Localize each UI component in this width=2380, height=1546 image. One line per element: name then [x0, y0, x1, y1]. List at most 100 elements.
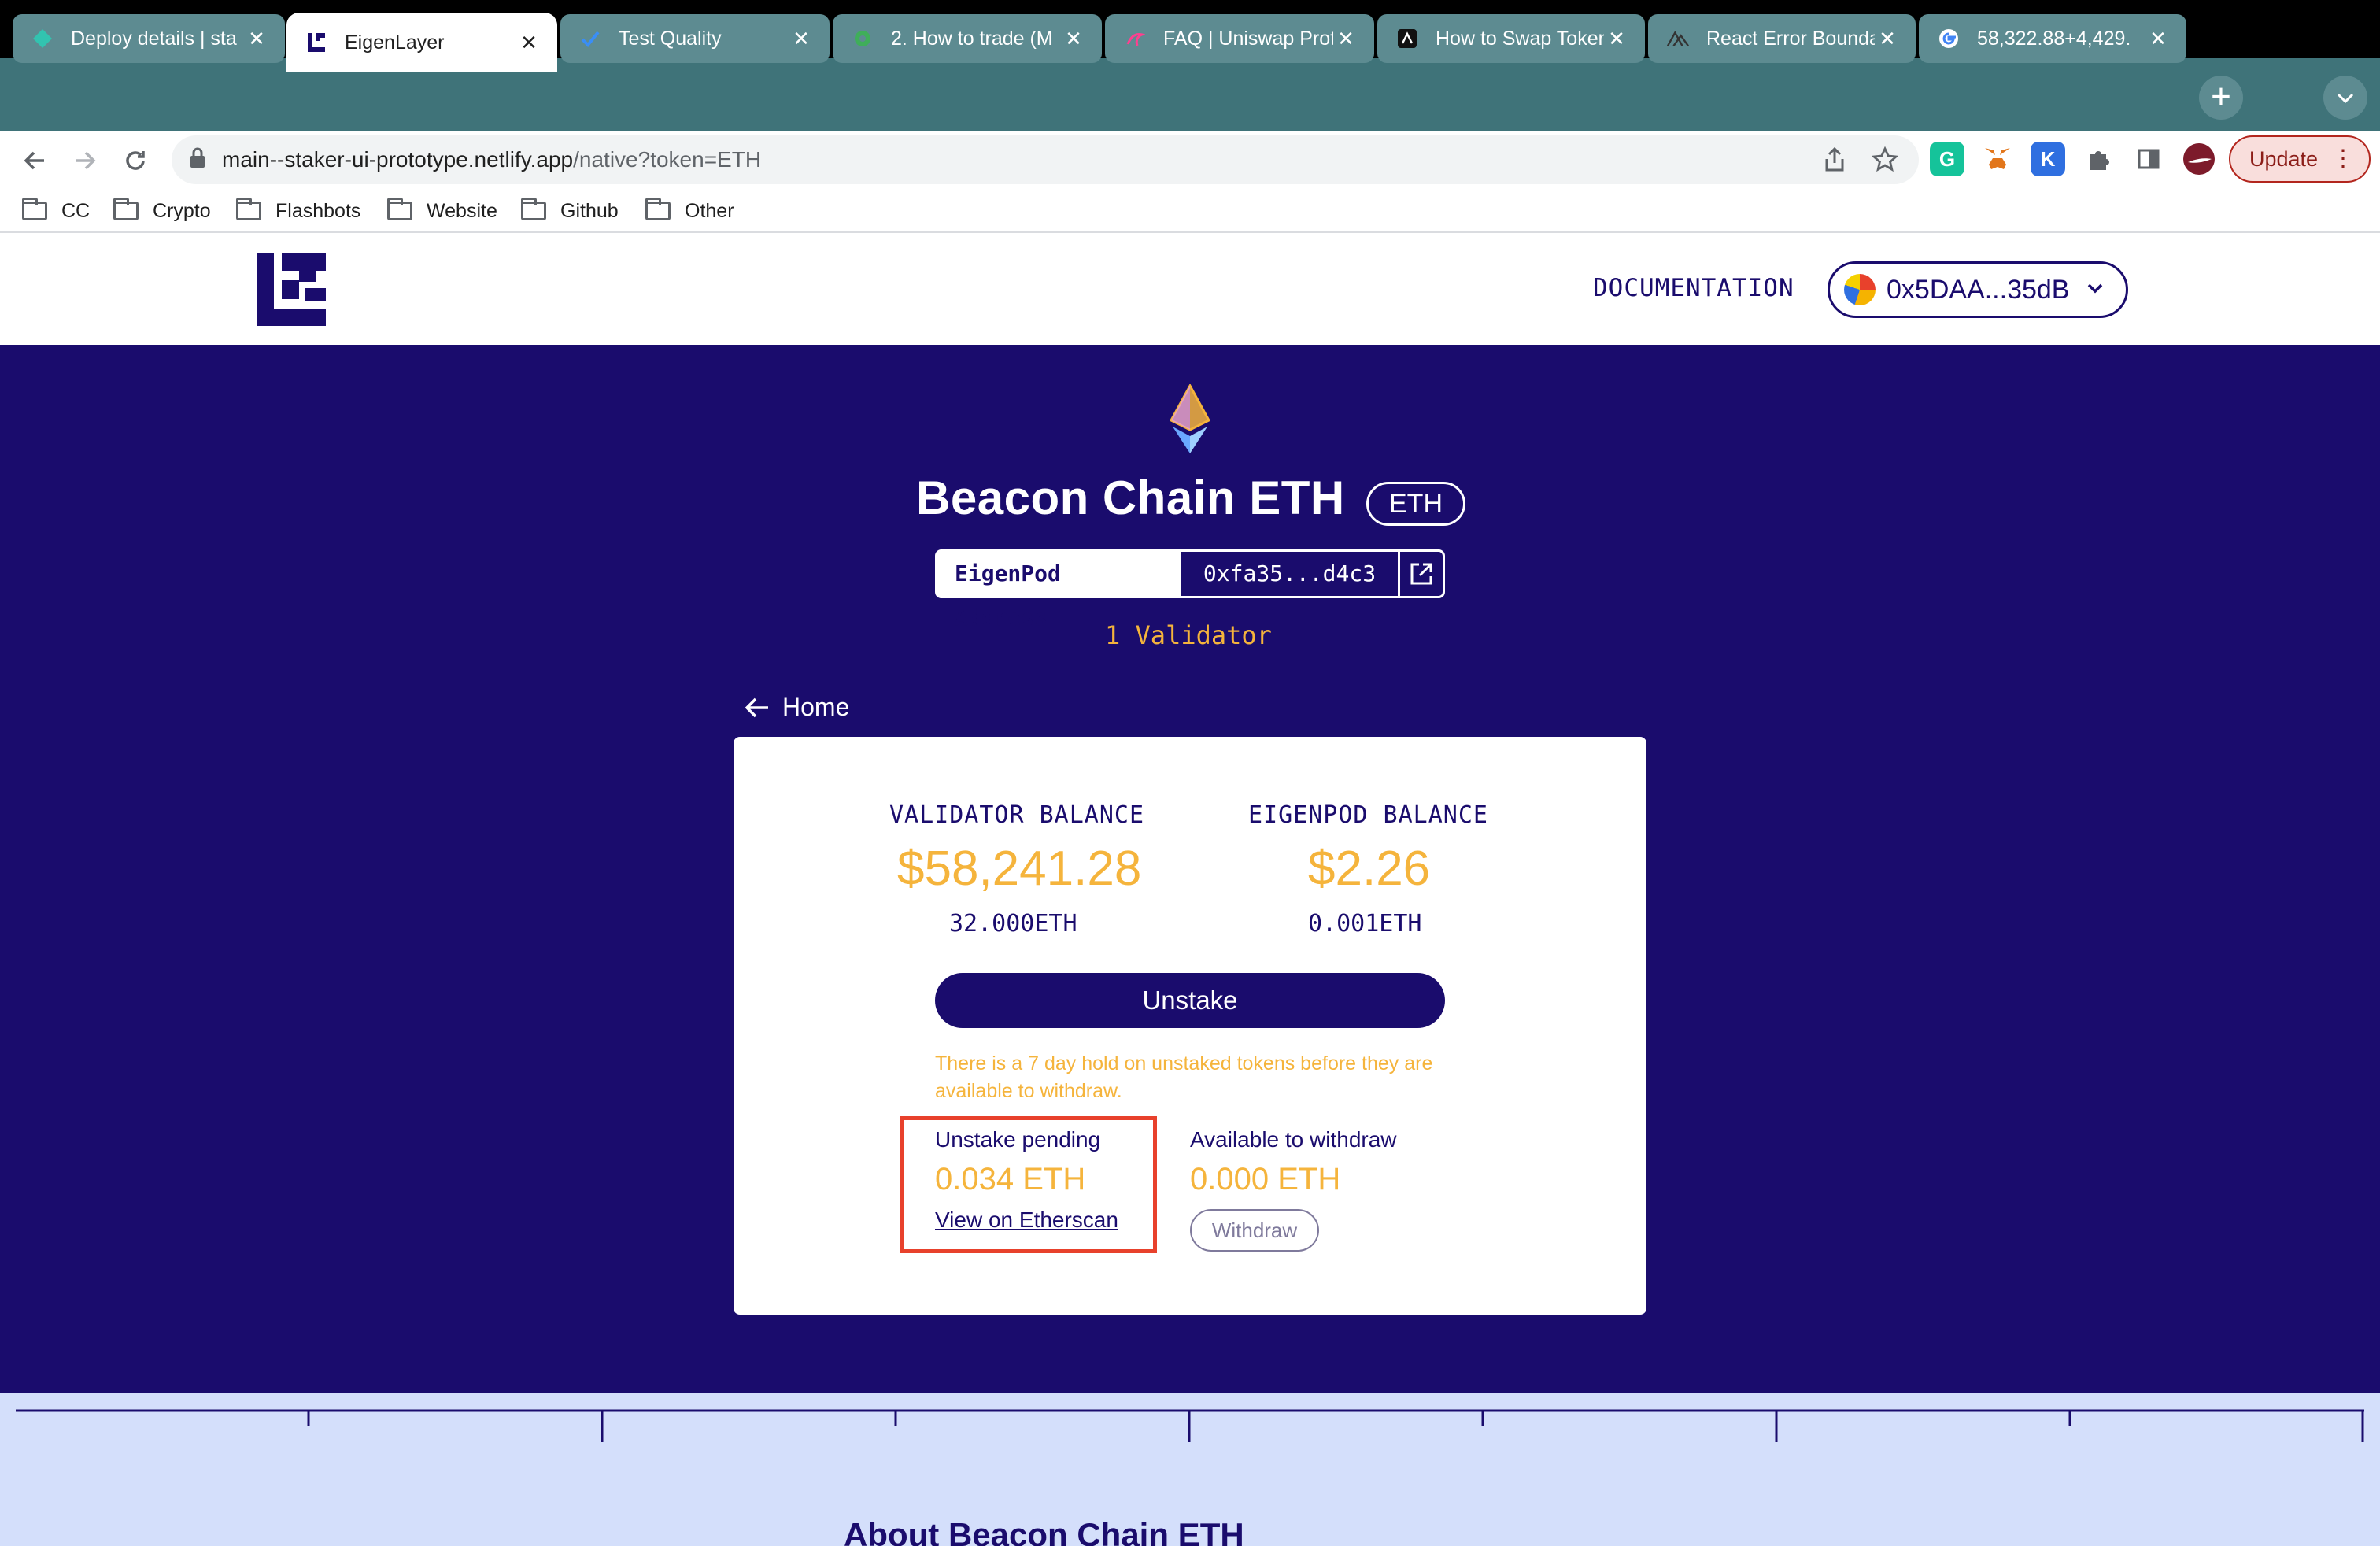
wallet-address: 0x5DAA...35dB — [1887, 274, 2070, 305]
validator-balance-usd: $58,241.28 — [897, 841, 1142, 896]
forward-button[interactable] — [65, 140, 105, 181]
tab-label: FAQ | Uniswap Prot — [1163, 27, 1333, 50]
close-icon[interactable]: ✕ — [1061, 27, 1086, 51]
wallet-avatar — [1844, 274, 1876, 305]
bookmark-label: Other — [685, 199, 734, 222]
close-icon[interactable]: ✕ — [1604, 27, 1629, 51]
close-icon[interactable]: ✕ — [244, 27, 269, 51]
folder-icon — [113, 198, 139, 220]
tab-label: Test Quality — [619, 27, 722, 50]
docs-icon — [1396, 28, 1418, 50]
mountain-icon — [1667, 28, 1689, 50]
eigenpod-balance-eth: 0.001ETH — [1308, 910, 1422, 938]
new-tab-button[interactable]: + — [2199, 76, 2243, 120]
bookmark-label: Crypto — [153, 199, 211, 222]
folder-icon — [387, 198, 412, 220]
home-back-link[interactable]: Home — [745, 693, 849, 722]
chevron-down-icon — [2337, 93, 2354, 104]
more-vert-icon: ⋮ — [2331, 146, 2355, 172]
close-icon[interactable]: ✕ — [516, 31, 541, 55]
tab-how-to-swap[interactable]: How to Swap Token ✕ — [1377, 14, 1645, 63]
tab-deploy-details[interactable]: Deploy details | sta ✕ — [13, 14, 285, 63]
bookmark-label: Flashbots — [275, 199, 361, 222]
unstake-button[interactable]: Unstake — [935, 973, 1445, 1028]
external-link-button[interactable] — [1400, 552, 1443, 596]
folder-icon — [22, 198, 47, 220]
tab-search-button[interactable] — [2323, 76, 2367, 120]
k-extension-icon[interactable]: K — [2031, 142, 2065, 176]
ethereum-icon — [1169, 384, 1211, 453]
arrow-left-icon — [745, 697, 768, 717]
back-arrow-icon — [24, 151, 44, 170]
page-title: Beacon Chain ETH — [916, 472, 1345, 524]
close-icon[interactable]: ✕ — [2145, 27, 2171, 51]
tab-uniswap-faq[interactable]: FAQ | Uniswap Prot ✕ — [1105, 14, 1374, 63]
unstake-pending-label: Unstake pending — [935, 1127, 1101, 1152]
url-path: /native?token=ETH — [573, 147, 762, 172]
reload-button[interactable] — [115, 140, 156, 181]
bookmark-folder-cc[interactable]: CC — [22, 195, 90, 227]
url-text[interactable]: main--staker-ui-prototype.netlify.app/na… — [222, 140, 761, 179]
tab-how-to-trade[interactable]: 2. How to trade (M ✕ — [833, 14, 1102, 63]
bookmark-folder-other[interactable]: Other — [645, 195, 734, 227]
netlify-icon — [31, 28, 54, 50]
eigenlayer-logo[interactable] — [257, 253, 326, 326]
uniswap-icon — [1124, 28, 1146, 50]
wallet-connect-button[interactable]: 0x5DAA...35dB — [1828, 261, 2128, 318]
tab-label: React Error Bounda — [1706, 27, 1875, 50]
tab-label: 58,322.88+4,429. — [1977, 27, 2131, 50]
eigenpod-balance-usd: $2.26 — [1308, 841, 1431, 896]
external-link-icon — [1410, 563, 1432, 585]
about-heading: About Beacon Chain ETH — [844, 1516, 1244, 1546]
side-panel-icon[interactable] — [2131, 142, 2166, 176]
google-icon — [1938, 28, 1960, 50]
validator-count: 1 Validator — [1105, 620, 1272, 650]
close-icon[interactable]: ✕ — [1875, 27, 1900, 51]
extensions-puzzle-icon[interactable] — [2081, 142, 2116, 176]
bookmark-folder-flashbots[interactable]: Flashbots — [236, 195, 360, 227]
validator-balance-label: VALIDATOR BALANCE — [889, 801, 1145, 829]
documentation-link[interactable]: DOCUMENTATION — [1593, 274, 1794, 302]
folder-icon — [645, 198, 671, 220]
bookmark-label: CC — [61, 199, 91, 222]
tab-label: Deploy details | sta — [71, 27, 237, 50]
tab-react-error-boundary[interactable]: React Error Bounda ✕ — [1648, 14, 1916, 63]
close-icon[interactable]: ✕ — [1333, 27, 1358, 51]
url-host: main--staker-ui-prototype.netlify.app — [222, 147, 574, 172]
bookmark-folder-website[interactable]: Website — [387, 195, 497, 227]
eigenpod-address-box: EigenPod Address 0xfa35...d4c3 — [935, 549, 1445, 631]
chevron-down-icon — [2087, 283, 2103, 294]
reload-icon — [126, 151, 145, 170]
decorative-ruler — [16, 1409, 2364, 1442]
tab-eigenlayer[interactable]: EigenLayer ✕ — [286, 13, 557, 72]
unstake-pending-value: 0.034 ETH — [935, 1162, 1086, 1196]
grammarly-icon[interactable]: G — [1930, 142, 1964, 176]
etherscan-link[interactable]: View on Etherscan — [935, 1208, 1118, 1233]
globe-icon — [852, 28, 874, 50]
back-button[interactable] — [14, 140, 55, 181]
eigenlayer-icon — [305, 31, 327, 54]
update-label: Update — [2249, 147, 2319, 171]
token-badge: ETH — [1366, 482, 1465, 526]
browser-update-button[interactable]: Update ⋮ — [2229, 135, 2371, 183]
tab-label: EigenLayer — [345, 31, 445, 54]
validator-balance-eth: 32.000ETH — [949, 910, 1077, 938]
bookmark-label: Github — [560, 199, 619, 222]
folder-icon — [521, 198, 546, 220]
eigenpod-balance-label: EIGENPOD BALANCE — [1248, 801, 1488, 829]
bookmark-folder-crypto[interactable]: Crypto — [113, 195, 211, 227]
close-icon[interactable]: ✕ — [789, 27, 814, 51]
available-to-withdraw-value: 0.000 ETH — [1190, 1162, 1341, 1196]
home-label: Home — [782, 693, 850, 721]
eigenpod-address: 0xfa35...d4c3 — [1181, 552, 1400, 596]
bookmark-star-icon[interactable] — [1867, 142, 1903, 178]
bookmark-folder-github[interactable]: Github — [521, 195, 619, 227]
tab-test-quality[interactable]: Test Quality ✕ — [560, 14, 830, 63]
metamask-icon[interactable] — [1980, 142, 2015, 176]
check-icon — [579, 28, 601, 50]
share-icon[interactable] — [1816, 142, 1853, 178]
withdraw-button[interactable]: Withdraw — [1190, 1209, 1319, 1252]
tab-google-calc[interactable]: 58,322.88+4,429. ✕ — [1919, 14, 2186, 63]
profile-avatar[interactable] — [2182, 142, 2216, 176]
bookmark-label: Website — [427, 199, 497, 222]
